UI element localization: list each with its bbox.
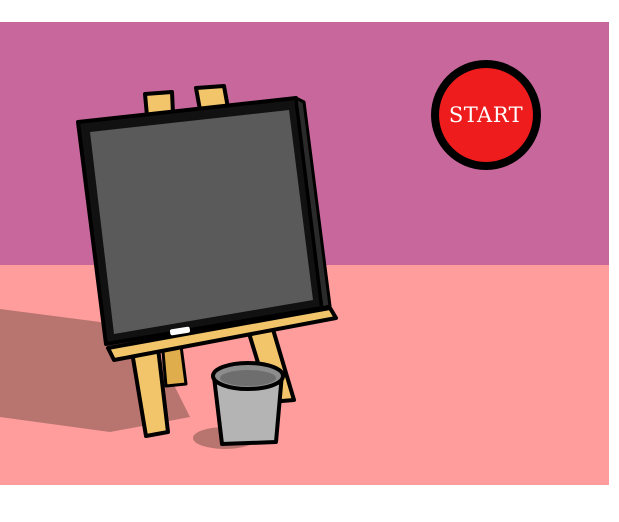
bucket-inside xyxy=(220,370,276,386)
start-button-face[interactable]: START xyxy=(439,68,533,162)
game-stage: START xyxy=(0,22,609,485)
chalkboard xyxy=(90,110,313,334)
start-button[interactable]: START xyxy=(431,60,541,170)
start-button-label: START xyxy=(448,103,524,127)
